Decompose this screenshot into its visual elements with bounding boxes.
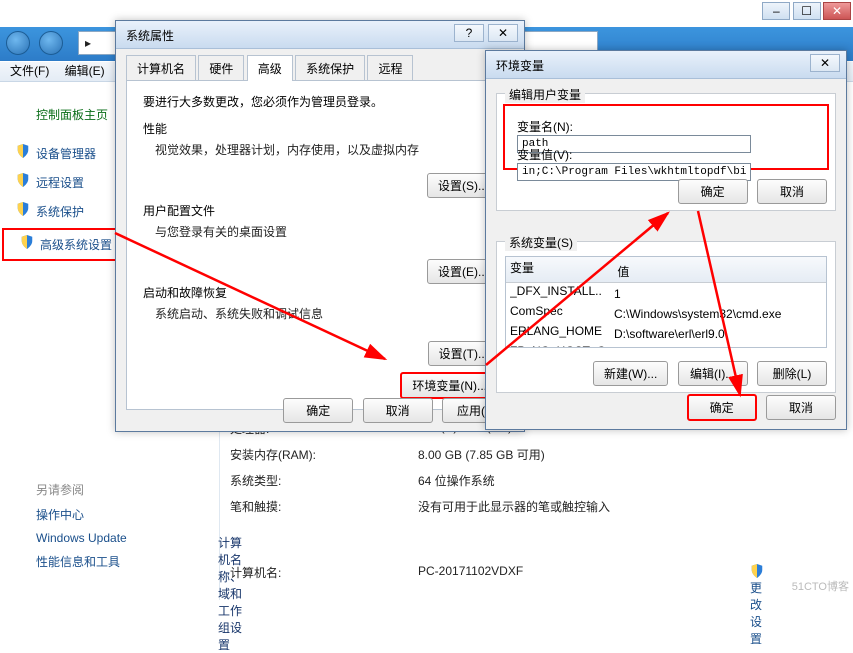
group-label: 编辑用户变量 [505, 86, 585, 103]
system-variables-table[interactable]: 变量 值 _DFX_INSTALL..1 ComSpecC:\Windows\s… [505, 256, 827, 348]
dialog-titlebar[interactable]: 环境变量 ✕ [486, 51, 846, 79]
cancel-button[interactable]: 取消 [363, 398, 433, 423]
leftnav-item-label: 远程设置 [36, 176, 84, 190]
value-pen-touch: 没有可用于此显示器的笔或触控输入 [418, 498, 848, 515]
label-variable-name: 变量名(N): [517, 118, 595, 135]
label-pen-touch: 笔和触摸: [230, 498, 390, 515]
maximize-button[interactable]: ☐ [793, 2, 821, 20]
link-action-center[interactable]: 操作中心 [36, 502, 127, 527]
label-ram: 安装内存(RAM): [230, 446, 390, 463]
nav-back-button[interactable] [6, 31, 30, 55]
table-row[interactable]: ERLANG_HOMED:\software\erl\erl9.0 [506, 323, 826, 343]
value-computer-name: PC-20171102VDXF [418, 564, 848, 578]
dialog-title: 环境变量 [496, 59, 544, 73]
change-settings-label: 更改设置 [750, 581, 762, 646]
shield-icon [750, 564, 764, 578]
shield-icon [16, 173, 30, 187]
edit-ok-button[interactable]: 确定 [678, 179, 748, 204]
window-controls: – ☐ ✕ [763, 2, 851, 20]
link-windows-update[interactable]: Windows Update [36, 527, 127, 549]
table-row[interactable]: FP_NO_HOST_C..NO [506, 343, 826, 348]
section-startup-text: 系统启动、系统失败和调试信息 [155, 305, 497, 322]
th-value: 值 [617, 263, 629, 280]
label-computer-name: 计算机名: [230, 564, 390, 581]
system-properties-dialog: 系统属性 ✕ ? 计算机名 硬件 高级 系统保护 远程 要进行大多数更改，您必须… [115, 20, 525, 432]
table-header: 变量 值 [506, 257, 826, 283]
section-startup-header: 启动和故障恢复 [143, 284, 497, 301]
tab-hardware[interactable]: 硬件 [198, 55, 244, 81]
env-ok-button[interactable]: 确定 [687, 394, 757, 421]
see-also-header: 另请参阅 [36, 477, 127, 502]
group-label: 系统变量(S) [505, 234, 577, 251]
shield-icon [16, 202, 30, 216]
see-also: 另请参阅 操作中心 Windows Update 性能信息和工具 [36, 477, 127, 574]
table-row[interactable]: ComSpecC:\Windows\system32\cmd.exe [506, 303, 826, 323]
dialog-help-button[interactable]: ? [454, 24, 484, 42]
edit-user-variable-group: 编辑用户变量 变量名(N): 变量值(V): 确定 取消 [496, 93, 836, 211]
dialog-close-button[interactable]: ✕ [810, 54, 840, 72]
section-userprofile-header: 用户配置文件 [143, 202, 497, 219]
section-computer-name: 计算机名称、域和工作组设置 [218, 534, 242, 653]
delete-variable-button[interactable]: 删除(L) [757, 361, 827, 386]
edit-variable-button[interactable]: 编辑(I)... [678, 361, 748, 386]
tab-advanced[interactable]: 高级 [247, 55, 293, 81]
sysprop-tabs: 计算机名 硬件 高级 系统保护 远程 要进行大多数更改，您必须作为管理员登录。 … [126, 55, 514, 410]
admin-required-text: 要进行大多数更改，您必须作为管理员登录。 [143, 93, 497, 110]
link-performance-info[interactable]: 性能信息和工具 [36, 549, 127, 574]
highlight-box: 变量名(N): 变量值(V): [503, 104, 829, 170]
leftnav-item-label: 设备管理器 [36, 147, 96, 161]
ok-button[interactable]: 确定 [283, 398, 353, 423]
system-variables-group: 系统变量(S) 变量 值 _DFX_INSTALL..1 ComSpecC:\W… [496, 241, 836, 393]
section-userprofile-text: 与您登录有关的桌面设置 [155, 223, 497, 240]
watermark: 51CTO博客 [792, 578, 849, 594]
link-change-settings[interactable]: 更改设置 [750, 564, 764, 647]
dialog-titlebar[interactable]: 系统属性 ✕ ? [116, 21, 524, 49]
th-name: 变量 [510, 259, 614, 276]
tab-computer-name[interactable]: 计算机名 [126, 55, 196, 81]
shield-icon [16, 144, 30, 158]
section-performance-text: 视觉效果，处理器计划，内存使用，以及虚拟内存 [155, 141, 497, 158]
section-performance-header: 性能 [143, 120, 497, 137]
label-variable-value: 变量值(V): [517, 146, 595, 163]
tab-remote[interactable]: 远程 [367, 55, 413, 81]
shield-icon [20, 235, 34, 249]
dialog-close-button[interactable]: ✕ [488, 24, 518, 42]
nav-forward-button[interactable] [39, 31, 63, 55]
dialog-title: 系统属性 [126, 29, 174, 43]
value-ram: 8.00 GB (7.85 GB 可用) [418, 446, 848, 463]
sysvar-buttons: 新建(W)... 编辑(I)... 删除(L) [587, 361, 827, 386]
edit-cancel-button[interactable]: 取消 [757, 179, 827, 204]
label-system-type: 系统类型: [230, 472, 390, 489]
table-row[interactable]: _DFX_INSTALL..1 [506, 283, 826, 303]
env-cancel-button[interactable]: 取消 [766, 395, 836, 420]
env-dialog-buttons: 确定 取消 [681, 394, 836, 421]
menu-edit[interactable]: 编辑(E) [65, 64, 105, 78]
value-system-type: 64 位操作系统 [418, 472, 848, 489]
minimize-button[interactable]: – [762, 2, 790, 20]
tab-system-protection[interactable]: 系统保护 [295, 55, 365, 81]
env-variables-dialog: 环境变量 ✕ 编辑用户变量 变量名(N): 变量值(V): 确定 取消 系统变量… [485, 50, 847, 430]
close-button[interactable]: ✕ [823, 2, 851, 20]
new-variable-button[interactable]: 新建(W)... [593, 361, 668, 386]
tab-panel-advanced: 要进行大多数更改，您必须作为管理员登录。 性能 视觉效果，处理器计划，内存使用，… [126, 80, 514, 410]
sysprop-button-row: 确定 取消 应用(A) [277, 398, 512, 423]
leftnav-item-label: 高级系统设置 [40, 238, 112, 252]
menu-file[interactable]: 文件(F) [10, 64, 49, 78]
leftnav-item-label: 系统保护 [36, 205, 84, 219]
